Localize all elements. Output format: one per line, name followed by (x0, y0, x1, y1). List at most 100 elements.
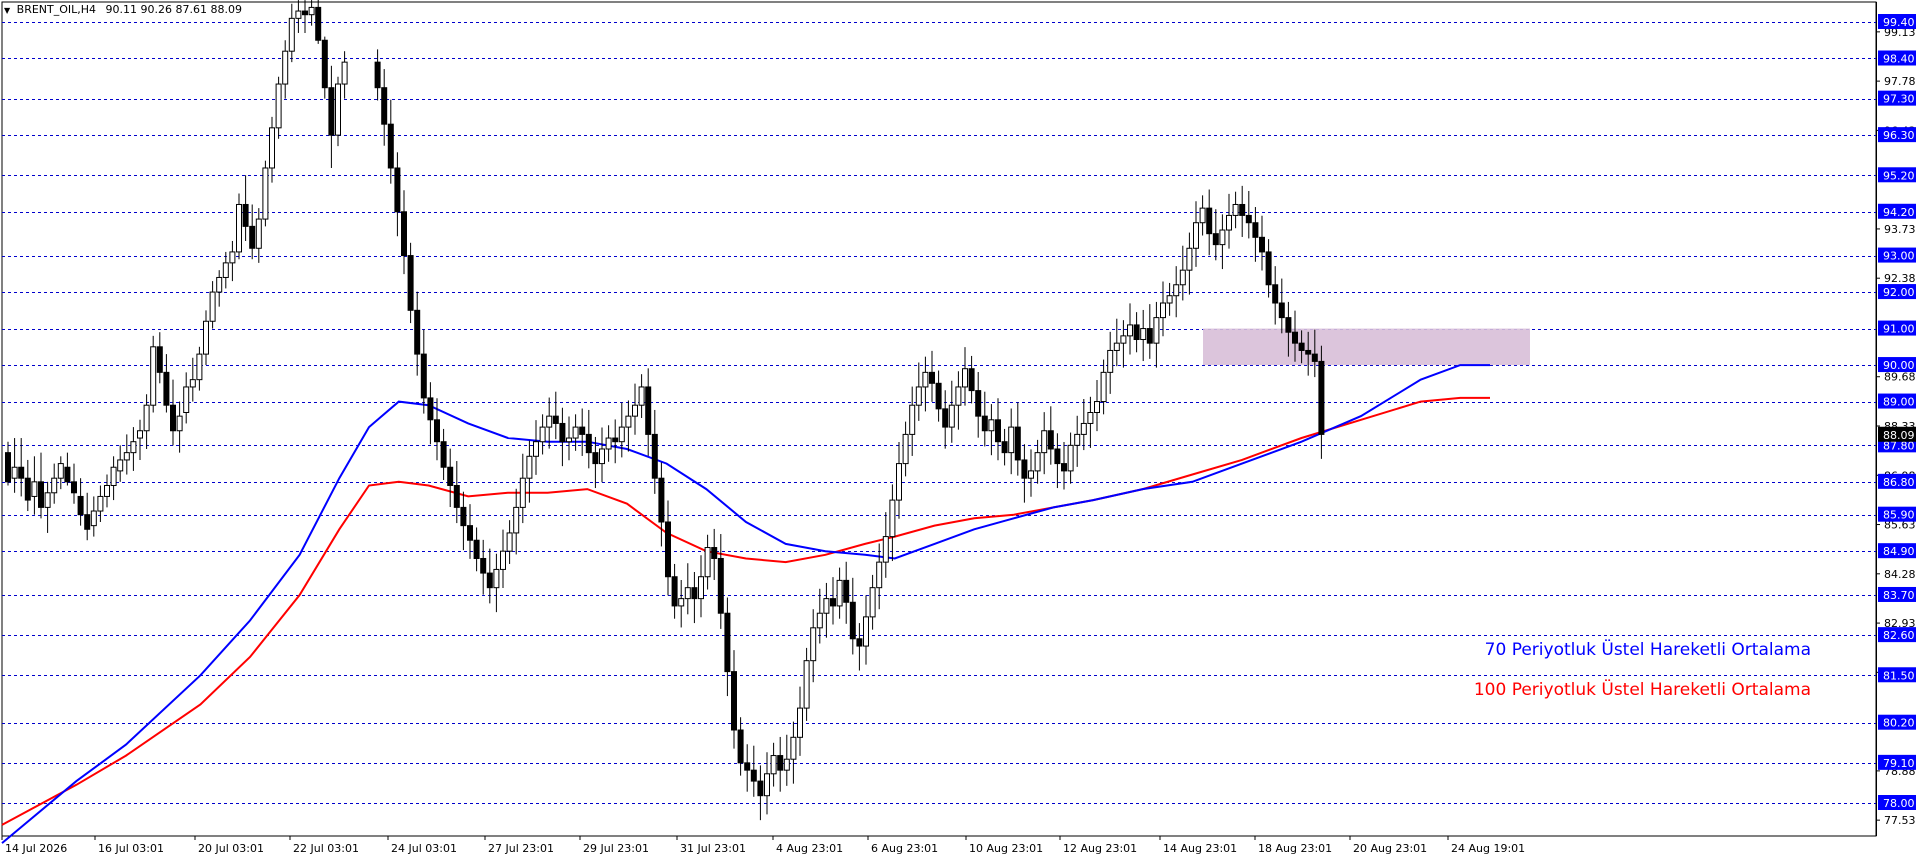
candle (790, 721, 797, 784)
candle-body (335, 83, 341, 136)
candle-body (836, 579, 843, 607)
candle (962, 347, 968, 406)
level-tag-label: 80.20 (1883, 717, 1915, 730)
candle (1199, 195, 1206, 236)
candle-body (698, 576, 704, 600)
candle-body (440, 441, 447, 468)
candle-body (308, 6, 315, 16)
candle (1318, 345, 1325, 459)
candle-body (790, 736, 797, 760)
candle (506, 520, 513, 564)
candle-body (691, 587, 698, 600)
candle (1028, 449, 1034, 497)
candle-body (948, 404, 955, 428)
candle-body (394, 167, 401, 213)
candle (968, 355, 975, 404)
candle (764, 752, 770, 815)
candle-body (909, 404, 916, 435)
candle-body (117, 459, 124, 472)
candle-body (1292, 331, 1298, 344)
support-zone (1203, 328, 1530, 366)
candle-body (552, 415, 559, 424)
candle (988, 404, 995, 456)
candle-body (295, 10, 302, 19)
level-tag-label: 96.30 (1883, 129, 1915, 142)
time-tick-label: 14 Aug 23:01 (1163, 842, 1237, 855)
candle (830, 577, 836, 625)
candle-body (137, 430, 143, 439)
candle (975, 371, 982, 438)
candle (691, 571, 698, 624)
level-tag-label: 84.90 (1883, 545, 1915, 558)
candle-body (500, 550, 506, 570)
candle (942, 390, 949, 449)
candle (414, 291, 421, 376)
price-tick-label: 93.73 (1884, 223, 1916, 236)
candle (579, 408, 586, 456)
candle (625, 400, 632, 452)
candle (31, 456, 38, 515)
candle (11, 438, 18, 493)
candle (1232, 191, 1239, 229)
candle (500, 529, 506, 589)
candle-body (533, 441, 539, 457)
candle-body (618, 426, 625, 443)
candle-body (447, 466, 454, 486)
candle (110, 456, 117, 501)
candle (757, 765, 764, 821)
candle-body (526, 455, 533, 479)
candle (684, 563, 691, 615)
current-price-label: 88.09 (1883, 429, 1915, 442)
candle-body (31, 481, 38, 497)
candle-body (612, 437, 619, 443)
candle (1140, 309, 1147, 362)
candle (1272, 266, 1279, 325)
candle-body (321, 39, 328, 89)
candle-body (1298, 342, 1305, 351)
candle-body (684, 587, 691, 600)
candle (1041, 412, 1048, 475)
candle (1047, 406, 1054, 465)
candle (645, 368, 652, 456)
candle (777, 736, 784, 792)
candle-body (1087, 412, 1094, 424)
candle-body (757, 780, 764, 797)
candle (282, 40, 289, 99)
candle (1153, 301, 1160, 368)
candle-body (302, 10, 308, 16)
time-tick-label: 24 Aug 19:01 (1451, 842, 1525, 855)
ema70-line (1, 364, 1490, 844)
candle-body (1193, 222, 1199, 249)
candle-body (981, 415, 988, 432)
candle (242, 175, 249, 241)
candle-body (830, 598, 836, 607)
price-tick-label: 89.68 (1884, 371, 1916, 384)
candle (460, 491, 467, 551)
candle-body (1133, 324, 1140, 341)
candle (84, 492, 91, 541)
candle-body (420, 353, 427, 399)
candle (1226, 193, 1232, 249)
candle (519, 453, 526, 524)
candle-body (764, 773, 770, 797)
candle-body (1061, 463, 1067, 472)
candle (209, 281, 216, 329)
candle (189, 357, 196, 402)
candle (770, 742, 777, 787)
candle-body (665, 521, 671, 578)
time-tick-label: 16 Jul 03:01 (98, 842, 164, 855)
candle (51, 463, 58, 504)
symbol-label: BRENT_OIL,H4 (16, 3, 97, 16)
candle (1100, 359, 1107, 415)
candle-body (189, 379, 196, 388)
candle-body (11, 466, 18, 479)
candle (38, 452, 44, 519)
candle (750, 745, 757, 797)
candle (1021, 444, 1028, 503)
collapse-triangle-icon[interactable]: ▼ (4, 6, 10, 15)
candle (896, 442, 902, 519)
candle (1245, 190, 1252, 239)
candle-body (77, 495, 84, 516)
candle (1278, 278, 1285, 334)
level-tag-label: 79.10 (1883, 757, 1915, 770)
